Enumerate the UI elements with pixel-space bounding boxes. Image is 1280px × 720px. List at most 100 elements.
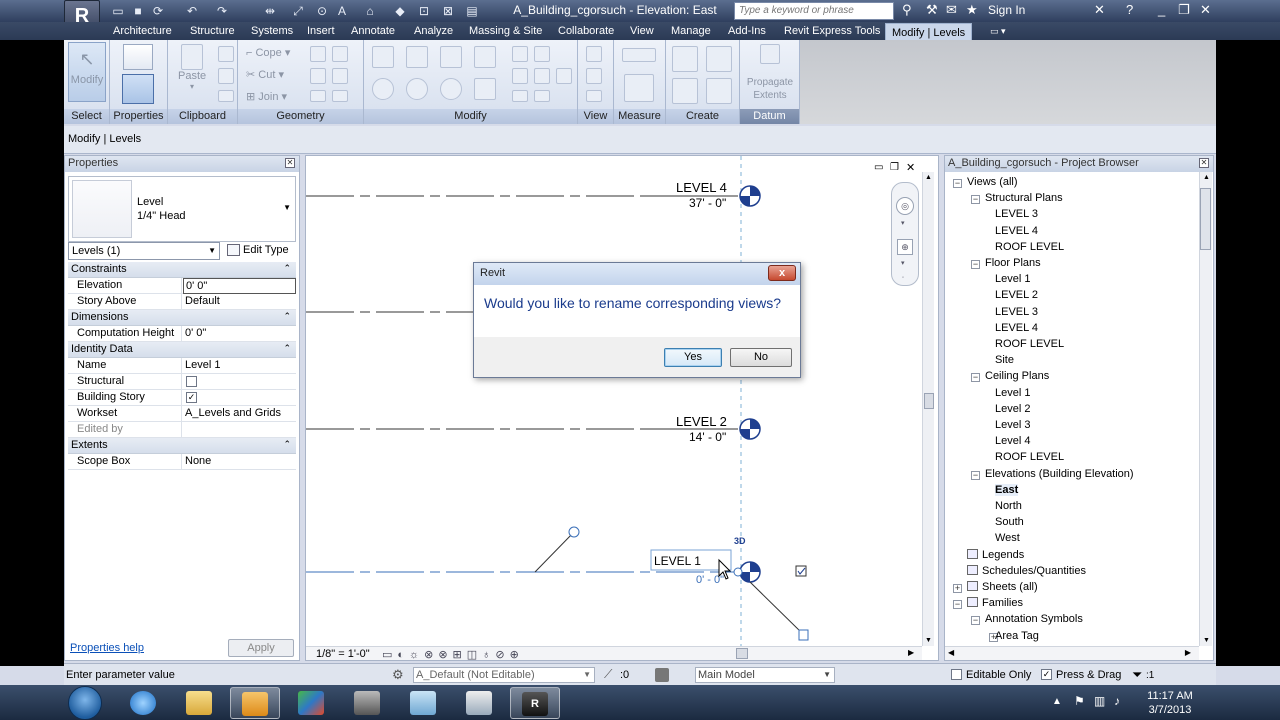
join-button[interactable]: ⊞ Join ▾	[246, 90, 287, 103]
communication-icon[interactable]: ✉	[946, 2, 957, 18]
tab-modify-levels[interactable]: Modify | Levels	[885, 23, 973, 40]
paste-button[interactable]: Paste ▾	[178, 44, 206, 100]
cut-icon[interactable]	[218, 46, 234, 62]
tree-expander-icon[interactable]: +	[953, 584, 962, 593]
scroll-left-icon[interactable]: ◀	[948, 648, 954, 657]
group-dimensions[interactable]: Dimensions ⌃	[68, 310, 296, 326]
create-similar-icon[interactable]	[706, 78, 732, 104]
browser-tree-item[interactable]: Site	[995, 354, 1014, 366]
move-icon[interactable]	[372, 78, 394, 100]
browser-tree-item[interactable]: Ceiling Plans	[985, 370, 1049, 382]
chevron-down-icon[interactable]: ▾	[901, 259, 905, 267]
tag-icon[interactable]: ⊙	[314, 3, 330, 19]
browser-tree-item[interactable]: LEVEL 4	[995, 225, 1038, 237]
override-graphics-icon[interactable]	[586, 46, 602, 62]
active-workset-dropdown[interactable]: A_Default (Not Editable) ▼	[413, 667, 595, 683]
design-options-icon[interactable]	[655, 668, 669, 682]
hide-in-view-icon[interactable]	[586, 90, 602, 102]
browser-tree-item[interactable]: LEVEL 2	[995, 289, 1038, 301]
zoom-icon[interactable]: ⊕	[897, 239, 913, 255]
story-above-value[interactable]: Default	[183, 294, 296, 310]
level-elevation-level-4[interactable]: 37' - 0"	[689, 196, 726, 210]
workset-value[interactable]: A_Levels and Grids	[183, 406, 296, 422]
tab-collaborate[interactable]: Collaborate	[552, 22, 620, 40]
tree-expander-icon[interactable]: −	[971, 195, 980, 205]
split-gap-icon[interactable]	[534, 46, 550, 62]
tab-view[interactable]: View	[624, 22, 660, 40]
browser-tree-item[interactable]: LEVEL 3	[995, 208, 1038, 220]
browser-tree-item[interactable]: Families	[967, 597, 1023, 609]
help-icon[interactable]: ?	[1126, 2, 1133, 17]
steering-wheel-icon[interactable]: ◎	[896, 197, 914, 215]
elevation-view-canvas[interactable]: LEVEL 4 37' - 0" LEVEL 2 14' - 0" LEVEL …	[306, 156, 939, 661]
browser-tree-item[interactable]: Legends	[967, 548, 1024, 561]
level-name-level-2[interactable]: LEVEL 2	[676, 414, 727, 429]
trim-extend-icon[interactable]	[474, 78, 496, 100]
browser-tree-item[interactable]: ROOF LEVEL	[995, 241, 1064, 253]
scroll-down-icon[interactable]: ▼	[1203, 637, 1210, 644]
level-head-level-4[interactable]	[739, 185, 761, 207]
browser-tree-item[interactable]: Floor Plans	[985, 257, 1041, 269]
redo-icon[interactable]: ↷	[214, 3, 230, 19]
browser-tree-item[interactable]: Level 4	[995, 435, 1030, 447]
wall-joins-icon[interactable]	[310, 68, 326, 84]
browser-tree-item[interactable]: Elevations (Building Elevation)	[985, 468, 1134, 480]
restore-icon[interactable]: ❐	[1178, 2, 1190, 18]
thin-lines-icon[interactable]: ⊡	[416, 3, 432, 19]
tab-add-ins[interactable]: Add-Ins	[722, 22, 772, 40]
scroll-right-icon[interactable]: ▶	[1185, 648, 1191, 657]
taskbar-outlook[interactable]	[230, 687, 280, 719]
browser-horizontal-scrollbar[interactable]: ◀ ▶	[945, 646, 1199, 660]
elevation-input[interactable]: 0' 0"	[183, 278, 296, 294]
sign-in-link[interactable]: Sign In	[988, 3, 1025, 17]
tree-expander-icon[interactable]: −	[971, 616, 980, 626]
modify-button[interactable]: ↖ Modify	[68, 42, 106, 102]
create-assembly-icon[interactable]	[672, 46, 698, 72]
structural-checkbox[interactable]	[186, 376, 197, 387]
worksets-icon[interactable]: ⚙	[392, 667, 404, 683]
browser-tree-item[interactable]: Structural Plans	[985, 192, 1063, 204]
group-extents[interactable]: Extents ⌃	[68, 438, 296, 454]
scroll-down-icon[interactable]: ▼	[925, 637, 932, 644]
taskbar-app-7[interactable]	[454, 687, 504, 719]
horizontal-scroll-thumb[interactable]	[736, 648, 748, 659]
drawing-scroll-thumb[interactable]	[924, 393, 934, 409]
browser-scroll-thumb[interactable]	[1200, 188, 1211, 250]
browser-tree-item[interactable]: Level 1	[995, 273, 1030, 285]
browser-tree-item[interactable]: Level 1	[995, 387, 1030, 399]
browser-tree-item[interactable]: Sheets (all)	[967, 581, 1038, 593]
tab-massing-site[interactable]: Massing & Site	[463, 22, 548, 40]
cut-geometry-button[interactable]: ✂ Cut ▾	[246, 68, 284, 81]
taskbar-app-4[interactable]	[286, 687, 336, 719]
properties-toggle-icon[interactable]	[122, 74, 154, 104]
view-scale[interactable]: 1/8" = 1'-0"	[316, 648, 370, 660]
tab-annotate[interactable]: Annotate	[345, 22, 401, 40]
taskbar-file-explorer[interactable]	[174, 687, 224, 719]
browser-tree-item[interactable]: North	[995, 500, 1022, 512]
type-properties-icon[interactable]	[123, 44, 153, 70]
properties-close-icon[interactable]: ✕	[285, 158, 295, 168]
split-element-icon[interactable]	[512, 46, 528, 62]
close-icon[interactable]: ✕	[1200, 2, 1211, 18]
lock-icon[interactable]	[798, 629, 809, 641]
instance-filter-dropdown[interactable]: Levels (1) ▼	[68, 242, 220, 260]
dialog-close-button[interactable]: x	[768, 265, 796, 281]
properties-help-link[interactable]: Properties help	[70, 642, 144, 654]
type-selector[interactable]: Level 1/4" Head ▼	[68, 176, 296, 242]
help-search-input[interactable]: Type a keyword or phrase	[734, 2, 894, 20]
browser-tree-item[interactable]: ROOF LEVEL	[995, 338, 1064, 350]
tab-architecture[interactable]: Architecture	[107, 22, 178, 40]
browser-tree-item[interactable]: Annotation Symbols	[985, 613, 1083, 625]
drawing-vertical-scrollbar[interactable]: ▲ ▼	[922, 172, 934, 646]
tree-expander-icon[interactable]: −	[971, 470, 980, 480]
taskbar-clock[interactable]: 11:17 AM 3/7/2013	[1136, 689, 1204, 717]
tab-structure[interactable]: Structure	[184, 22, 241, 40]
tree-expander-icon[interactable]: −	[971, 373, 980, 383]
tree-expander-icon[interactable]: −	[971, 260, 980, 269]
taskbar-app-6[interactable]	[398, 687, 448, 719]
unpin-icon[interactable]	[556, 68, 572, 84]
favorites-icon[interactable]: ★	[966, 2, 978, 18]
rotate-icon[interactable]	[440, 78, 462, 100]
ribbon-minimize-toggle[interactable]: ▭ ▾	[990, 26, 1006, 37]
press-drag-checkbox[interactable]: ✓	[1041, 669, 1052, 680]
